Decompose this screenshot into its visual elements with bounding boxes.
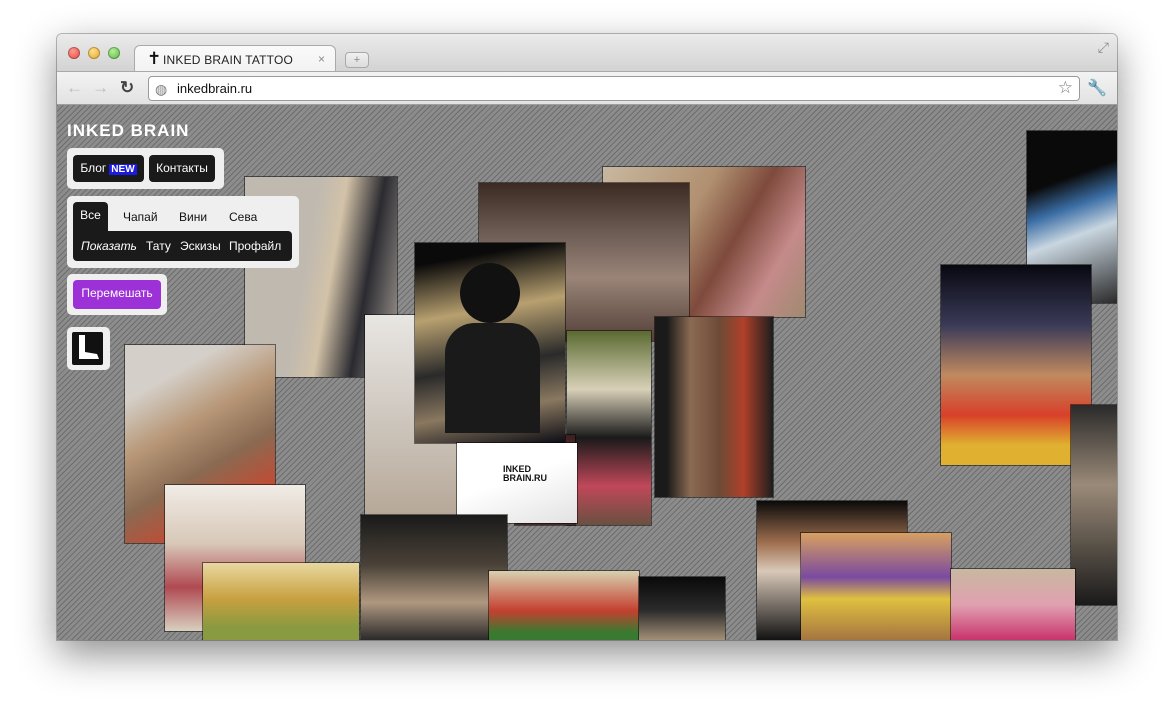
filter-seva[interactable]: Сева: [229, 210, 257, 224]
gallery-photo[interactable]: [203, 563, 359, 640]
cross-icon: ✝: [147, 49, 162, 69]
page-content: INKED BRAIN.RU INKED BRAIN Блог NEW Конта…: [57, 105, 1117, 640]
filter-sketches[interactable]: Эскизы: [180, 233, 221, 259]
gallery-photo[interactable]: [1071, 405, 1117, 605]
star-icon[interactable]: ☆: [1058, 78, 1073, 98]
gallery-photo[interactable]: [567, 331, 651, 525]
filter-profile[interactable]: Профайл: [229, 233, 281, 259]
minimize-window-button[interactable]: [88, 47, 100, 59]
shuffle-button[interactable]: Перемешать: [73, 280, 161, 309]
foot-shape: [79, 335, 99, 359]
gallery-photo[interactable]: [639, 577, 725, 640]
gallery-photo[interactable]: INKED BRAIN.RU: [457, 443, 577, 523]
filter-all[interactable]: Все: [73, 202, 108, 232]
maximize-window-button[interactable]: [108, 47, 120, 59]
title-bar: ✝ INKED BRAIN TATTOO × + ⤢: [57, 34, 1117, 72]
gallery-photo[interactable]: [941, 265, 1091, 465]
shuffle-panel: Перемешать: [67, 274, 167, 315]
site-logo[interactable]: INKED BRAIN: [67, 121, 189, 141]
nav-panel: Блог NEW Контакты: [67, 148, 224, 189]
tab-title: INKED BRAIN TATTOO: [163, 53, 294, 67]
gallery-photo[interactable]: [489, 571, 639, 640]
foot-icon[interactable]: [72, 332, 103, 365]
figure-silhouette: [460, 263, 520, 323]
forward-arrow-icon[interactable]: →: [92, 78, 109, 98]
watermark: INKED BRAIN.RU: [503, 464, 547, 483]
filter-vini[interactable]: Вини: [179, 210, 207, 224]
profile-panel: [67, 327, 110, 370]
reload-icon[interactable]: ↻: [120, 78, 134, 98]
back-arrow-icon[interactable]: ←: [66, 78, 83, 98]
filter-chapai[interactable]: Чапай: [123, 210, 158, 224]
filter-tattoo[interactable]: Тату: [146, 233, 171, 259]
gallery-photo[interactable]: [415, 243, 565, 443]
gallery-photo[interactable]: [361, 515, 507, 640]
url-text[interactable]: inkedbrain.ru: [177, 81, 252, 96]
contacts-button[interactable]: Контакты: [149, 155, 215, 182]
new-tab-button[interactable]: +: [345, 52, 369, 68]
close-window-button[interactable]: [68, 47, 80, 59]
filter-panel: Все Чапай Вини Сева Показать Тату Эскизы…: [67, 196, 299, 268]
browser-window: ✝ INKED BRAIN TATTOO × + ⤢ ← → ↻ ◍ inked…: [57, 34, 1117, 640]
new-badge: NEW: [109, 164, 137, 175]
globe-icon: ◍: [155, 81, 168, 97]
gallery-photo[interactable]: [951, 569, 1075, 640]
blog-button[interactable]: Блог NEW: [73, 155, 144, 182]
browser-toolbar: ← → ↻ ◍ inkedbrain.ru ☆ 🔧: [57, 71, 1117, 105]
gallery-photo[interactable]: [655, 317, 773, 497]
gallery-photo[interactable]: [801, 533, 951, 640]
wrench-icon[interactable]: 🔧: [1087, 78, 1107, 98]
figure-silhouette: [445, 323, 540, 433]
show-label: Показать: [81, 239, 137, 253]
tab-close-button[interactable]: ×: [318, 52, 325, 66]
fullscreen-icon[interactable]: ⤢: [1098, 39, 1109, 56]
browser-tab[interactable]: ✝ INKED BRAIN TATTOO ×: [134, 45, 336, 72]
type-filter-bar: Показать Тату Эскизы Профайл: [73, 231, 292, 261]
blog-label: Блог: [80, 161, 107, 175]
address-bar[interactable]: ◍ inkedbrain.ru ☆: [148, 76, 1080, 101]
